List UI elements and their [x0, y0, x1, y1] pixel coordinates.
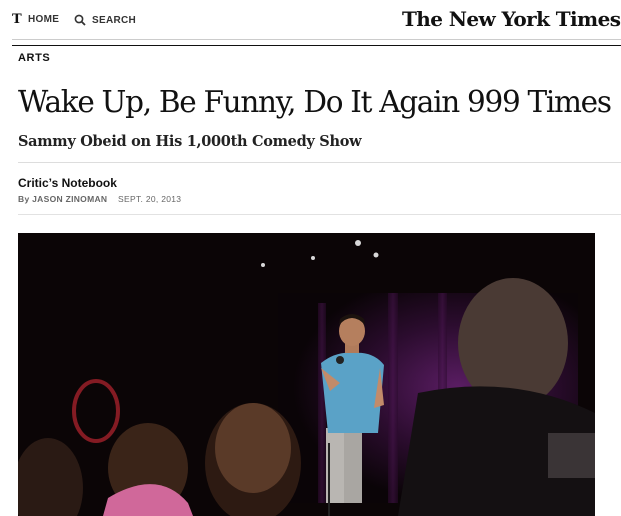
stage-photo-illustration — [18, 233, 595, 516]
author-name[interactable]: JASON ZINOMAN — [32, 194, 107, 204]
home-link[interactable]: T HOME — [12, 11, 60, 27]
publish-date: SEPT. 20, 2013 — [118, 194, 182, 204]
nyt-t-logo-icon: T — [12, 11, 22, 27]
article-subheadline: Sammy Obeid on His 1,000th Comedy Show — [18, 133, 362, 150]
section-divider — [12, 45, 621, 46]
search-button[interactable]: SEARCH — [74, 14, 136, 26]
top-navigation: T HOME SEARCH The New York Times — [0, 0, 621, 40]
section-link-arts[interactable]: ARTS — [18, 52, 50, 64]
byline: By JASON ZINOMAN SEPT. 20, 2013 — [18, 194, 181, 204]
article-photo[interactable] — [18, 233, 595, 516]
column-kicker[interactable]: Critic’s Notebook — [18, 176, 117, 190]
search-label: SEARCH — [92, 14, 137, 26]
search-icon — [74, 14, 86, 26]
nyt-masthead-logo[interactable]: The New York Times — [402, 7, 621, 31]
byline-divider — [18, 214, 621, 215]
top-divider — [12, 39, 621, 40]
article-headline: Wake Up, Be Funny, Do It Again 999 Times — [18, 85, 612, 119]
home-label: HOME — [27, 14, 60, 25]
byline-prefix: By — [18, 194, 30, 204]
header-divider — [18, 162, 621, 163]
